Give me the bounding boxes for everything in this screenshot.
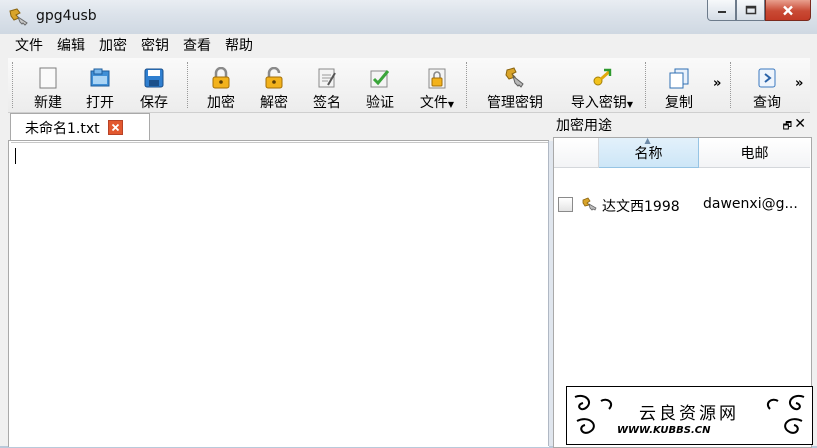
dropdown-arrow-icon: ▼: [626, 100, 634, 109]
document-sign-icon: [318, 68, 336, 88]
menu-view[interactable]: 查看: [176, 34, 218, 58]
query-label: 查询: [753, 95, 781, 111]
padlock-open-icon: [265, 67, 283, 89]
tab-close-button[interactable]: [107, 120, 123, 135]
file-lock-icon: [428, 68, 446, 89]
toolbar-overflow-button[interactable]: »: [795, 76, 803, 91]
import-key-label: 导入密钥▼: [571, 92, 633, 112]
checkmark-icon: [370, 70, 390, 88]
toolbar-separator: [466, 62, 469, 108]
name-column-label: 名称: [634, 145, 663, 162]
floppy-disk-icon: [144, 68, 164, 88]
menu-bar: 文件 编辑 加密 密钥 查看 帮助: [8, 34, 810, 58]
open-label: 打开: [86, 95, 114, 111]
name-column-header[interactable]: ▲ 名称: [599, 136, 699, 168]
email-column-header[interactable]: 电邮: [699, 138, 810, 168]
search-forward-icon: [758, 68, 776, 88]
minimize-icon: [717, 11, 726, 13]
app-window: gpg4usb 文件 编辑 加密 密钥 查看 帮助 新建 打开 保存 加密 解密…: [0, 0, 817, 448]
key-name-cell: 达文西1998: [602, 199, 680, 215]
key-panel-title: 加密用途: [556, 118, 612, 134]
email-column-label: 电邮: [740, 145, 769, 162]
text-editor[interactable]: [8, 140, 549, 447]
verify-button[interactable]: 验证: [361, 58, 399, 112]
encrypt-button[interactable]: 加密: [202, 58, 240, 112]
text-editor-frame: [11, 142, 549, 447]
toolbar-separator: [12, 62, 15, 108]
copy-icon: [669, 68, 689, 89]
watermark-url-text: WWW.KUBBS.CN: [617, 425, 711, 436]
maximize-button[interactable]: [736, 0, 765, 21]
menu-help[interactable]: 帮助: [218, 34, 260, 58]
padlock-closed-icon: [212, 67, 230, 89]
decrypt-button[interactable]: 解密: [255, 58, 293, 112]
copy-button[interactable]: 复制: [660, 58, 698, 112]
menu-file[interactable]: 文件: [8, 34, 50, 58]
key-panel-header: 加密用途 🗗 ✕: [553, 113, 810, 137]
import-key-button[interactable]: 导入密钥▼: [565, 58, 639, 112]
manage-keys-button[interactable]: 管理密钥: [482, 58, 548, 112]
editor-pane: 未命名1.txt: [8, 113, 552, 447]
file-label-text: 文件: [419, 95, 448, 111]
watermark-logo: 云良资源网 WWW.KUBBS.CN: [566, 386, 813, 445]
text-caret: [15, 148, 16, 164]
key-icon: [582, 197, 597, 211]
tab-label: 未命名1.txt: [25, 120, 100, 137]
maximize-icon: [745, 5, 756, 15]
sort-arrow-icon: ▲: [644, 136, 651, 145]
menu-edit[interactable]: 编辑: [50, 34, 92, 58]
title-bar[interactable]: gpg4usb: [0, 0, 817, 34]
sign-label: 签名: [313, 95, 341, 111]
minimize-button[interactable]: [707, 0, 736, 21]
key-email-cell: dawenxi@g...: [703, 196, 798, 212]
close-panel-icon[interactable]: ✕: [794, 116, 806, 132]
ornament-right-icon: [766, 395, 805, 434]
window-title: gpg4usb: [36, 8, 97, 24]
key-import-icon: [593, 68, 612, 86]
file-label: 文件▼: [420, 92, 454, 112]
menu-encrypt[interactable]: 加密: [92, 34, 134, 58]
toolbar-separator: [187, 62, 190, 108]
manage-keys-label: 管理密钥: [487, 95, 543, 111]
float-panel-icon[interactable]: 🗗: [783, 119, 792, 136]
new-button[interactable]: 新建: [30, 58, 66, 112]
query-button[interactable]: 查询: [748, 58, 786, 112]
folder-open-icon: [90, 68, 110, 87]
menu-keys[interactable]: 密钥: [134, 34, 176, 58]
toolbar-overflow-button[interactable]: »: [713, 76, 721, 91]
new-label: 新建: [34, 95, 62, 111]
toolbar-separator: [645, 62, 648, 108]
save-button[interactable]: 保存: [136, 58, 172, 112]
close-icon: [111, 123, 119, 132]
watermark-chinese-text: 云良资源网: [639, 404, 739, 424]
encrypt-label: 加密: [207, 95, 235, 111]
file-button[interactable]: 文件▼: [414, 58, 460, 112]
sign-button[interactable]: 签名: [308, 58, 346, 112]
close-icon: [783, 5, 793, 15]
table-row[interactable]: 达文西1998 dawenxi@g...: [554, 193, 810, 215]
keys-icon: [505, 67, 524, 88]
close-button[interactable]: [765, 0, 811, 21]
dropdown-arrow-icon: ▼: [447, 100, 455, 109]
tab-untitled[interactable]: 未命名1.txt: [10, 113, 150, 141]
toolbar: 新建 打开 保存 加密 解密 签名 验证 文件▼ 管理密钥 导入密钥▼ 复制 »…: [8, 58, 810, 113]
checkbox-column-header[interactable]: [554, 138, 599, 168]
verify-label: 验证: [366, 95, 394, 111]
open-button[interactable]: 打开: [82, 58, 118, 112]
import-key-label-text: 导入密钥: [570, 95, 627, 111]
decrypt-label: 解密: [260, 95, 288, 111]
save-label: 保存: [140, 95, 168, 111]
copy-label: 复制: [665, 95, 693, 111]
ornament-left-icon: [574, 395, 613, 434]
key-checkbox[interactable]: [558, 197, 573, 212]
toolbar-separator: [730, 62, 733, 108]
gpg4usb-key-icon: [9, 8, 28, 26]
blank-document-icon: [39, 67, 57, 89]
